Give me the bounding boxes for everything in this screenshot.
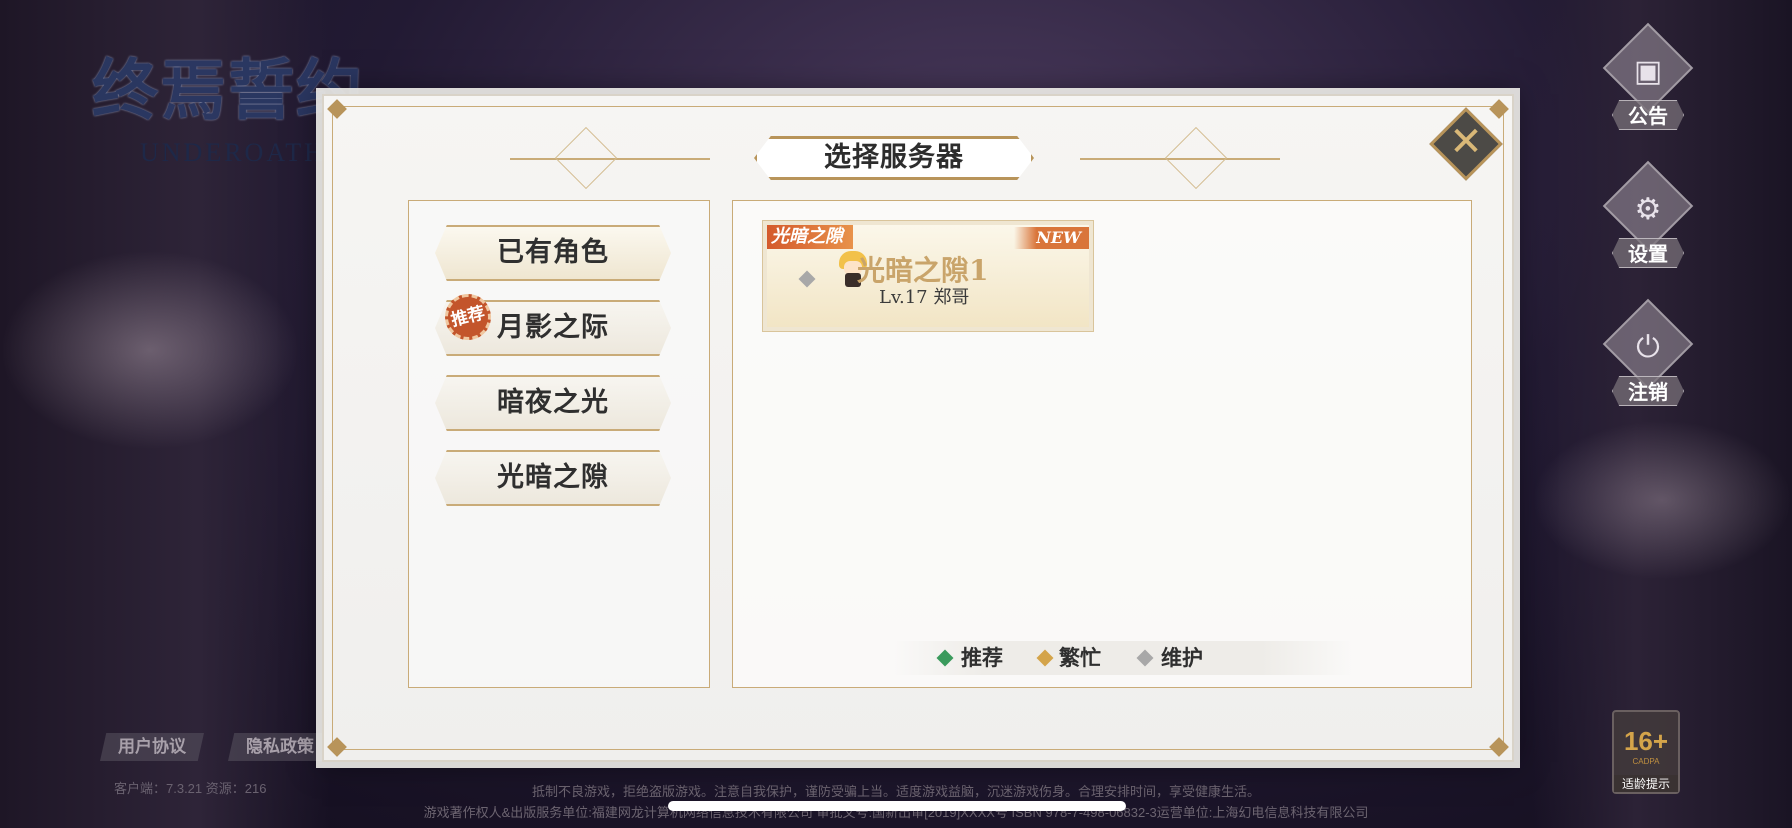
maintenance-status-icon xyxy=(798,270,816,288)
server-group-panel: 已有角色 月影之际 推荐 暗夜之光 光暗之隙 xyxy=(408,200,710,688)
health-notice: 抵制不良游戏，拒绝盗版游戏。注意自我保护，谨防受骗上当。适度游戏益脑，沉迷游戏伤… xyxy=(531,784,1260,799)
server-card[interactable]: 光暗之隙 NEW 光暗之隙1 Lv.17 郑哥 xyxy=(763,221,1093,331)
announcement-label: 公告 xyxy=(1612,100,1684,130)
age-rating-badge[interactable]: 16+ CADPA 适龄提示 xyxy=(1612,710,1680,794)
gear-icon: ⚙ xyxy=(1634,192,1662,227)
age-rating-number: 16+ xyxy=(1623,726,1669,756)
tab-existing-roles[interactable]: 已有角色 xyxy=(435,225,671,281)
home-indicator[interactable] xyxy=(668,801,1126,811)
user-agreement-link[interactable]: 用户协议 xyxy=(100,733,204,761)
tab-moon-shadow[interactable]: 月影之际 推荐 xyxy=(435,289,671,356)
privacy-policy-link[interactable]: 隐私政策 xyxy=(228,733,332,761)
server-select-dialog: 选择服务器 ✕ 已有角色 月影之际 推荐 暗夜之光 光暗之隙 光暗之隙 NEW xyxy=(322,94,1514,762)
logo-title-en: UNDEROATH xyxy=(140,138,326,167)
dialog-title-plate: 选择服务器 xyxy=(754,136,1034,180)
tab-dark-night-light[interactable]: 暗夜之光 xyxy=(435,375,671,431)
legend-maintenance: 维护 xyxy=(1161,645,1203,670)
legend-busy: 繁忙 xyxy=(1059,645,1101,670)
busy-status-icon xyxy=(1036,649,1054,667)
background-figure-arm xyxy=(0,250,300,450)
background-figure-arm-right xyxy=(1532,420,1792,580)
server-group-tag: 光暗之隙 xyxy=(767,225,853,249)
tab-light-dark-rift[interactable]: 光暗之隙 xyxy=(435,450,671,506)
logout-label: 注销 xyxy=(1612,376,1684,406)
age-rating-tip: 适龄提示 xyxy=(1614,775,1678,792)
announcement-icon: ▣ xyxy=(1633,54,1663,89)
power-icon: ⏻ xyxy=(1636,330,1660,365)
tab-label: 光暗之隙 xyxy=(497,462,609,493)
age-rating-org: CADPA xyxy=(1632,757,1660,766)
server-list-panel: 光暗之隙 NEW 光暗之隙1 Lv.17 郑哥 推荐 繁忙 维护 xyxy=(732,200,1472,688)
logout-button[interactable]: ⏻ 注销 xyxy=(1598,298,1698,424)
close-x-icon[interactable]: ✕ xyxy=(1440,116,1492,168)
settings-button[interactable]: ⚙ 设置 xyxy=(1598,160,1698,286)
status-legend: 推荐 繁忙 维护 xyxy=(893,641,1353,675)
tab-label: 已有角色 xyxy=(497,237,609,268)
character-level: Lv.17 郑哥 xyxy=(879,287,970,308)
tab-label: 暗夜之光 xyxy=(497,387,609,418)
maintenance-legend-icon xyxy=(1136,649,1154,667)
new-badge: NEW xyxy=(1014,227,1089,249)
announcement-button[interactable]: ▣ 公告 xyxy=(1598,22,1698,148)
settings-label: 设置 xyxy=(1612,238,1684,268)
dialog-title: 选择服务器 xyxy=(824,142,964,173)
recommended-status-icon xyxy=(936,649,954,667)
legend-recommended: 推荐 xyxy=(961,645,1003,670)
